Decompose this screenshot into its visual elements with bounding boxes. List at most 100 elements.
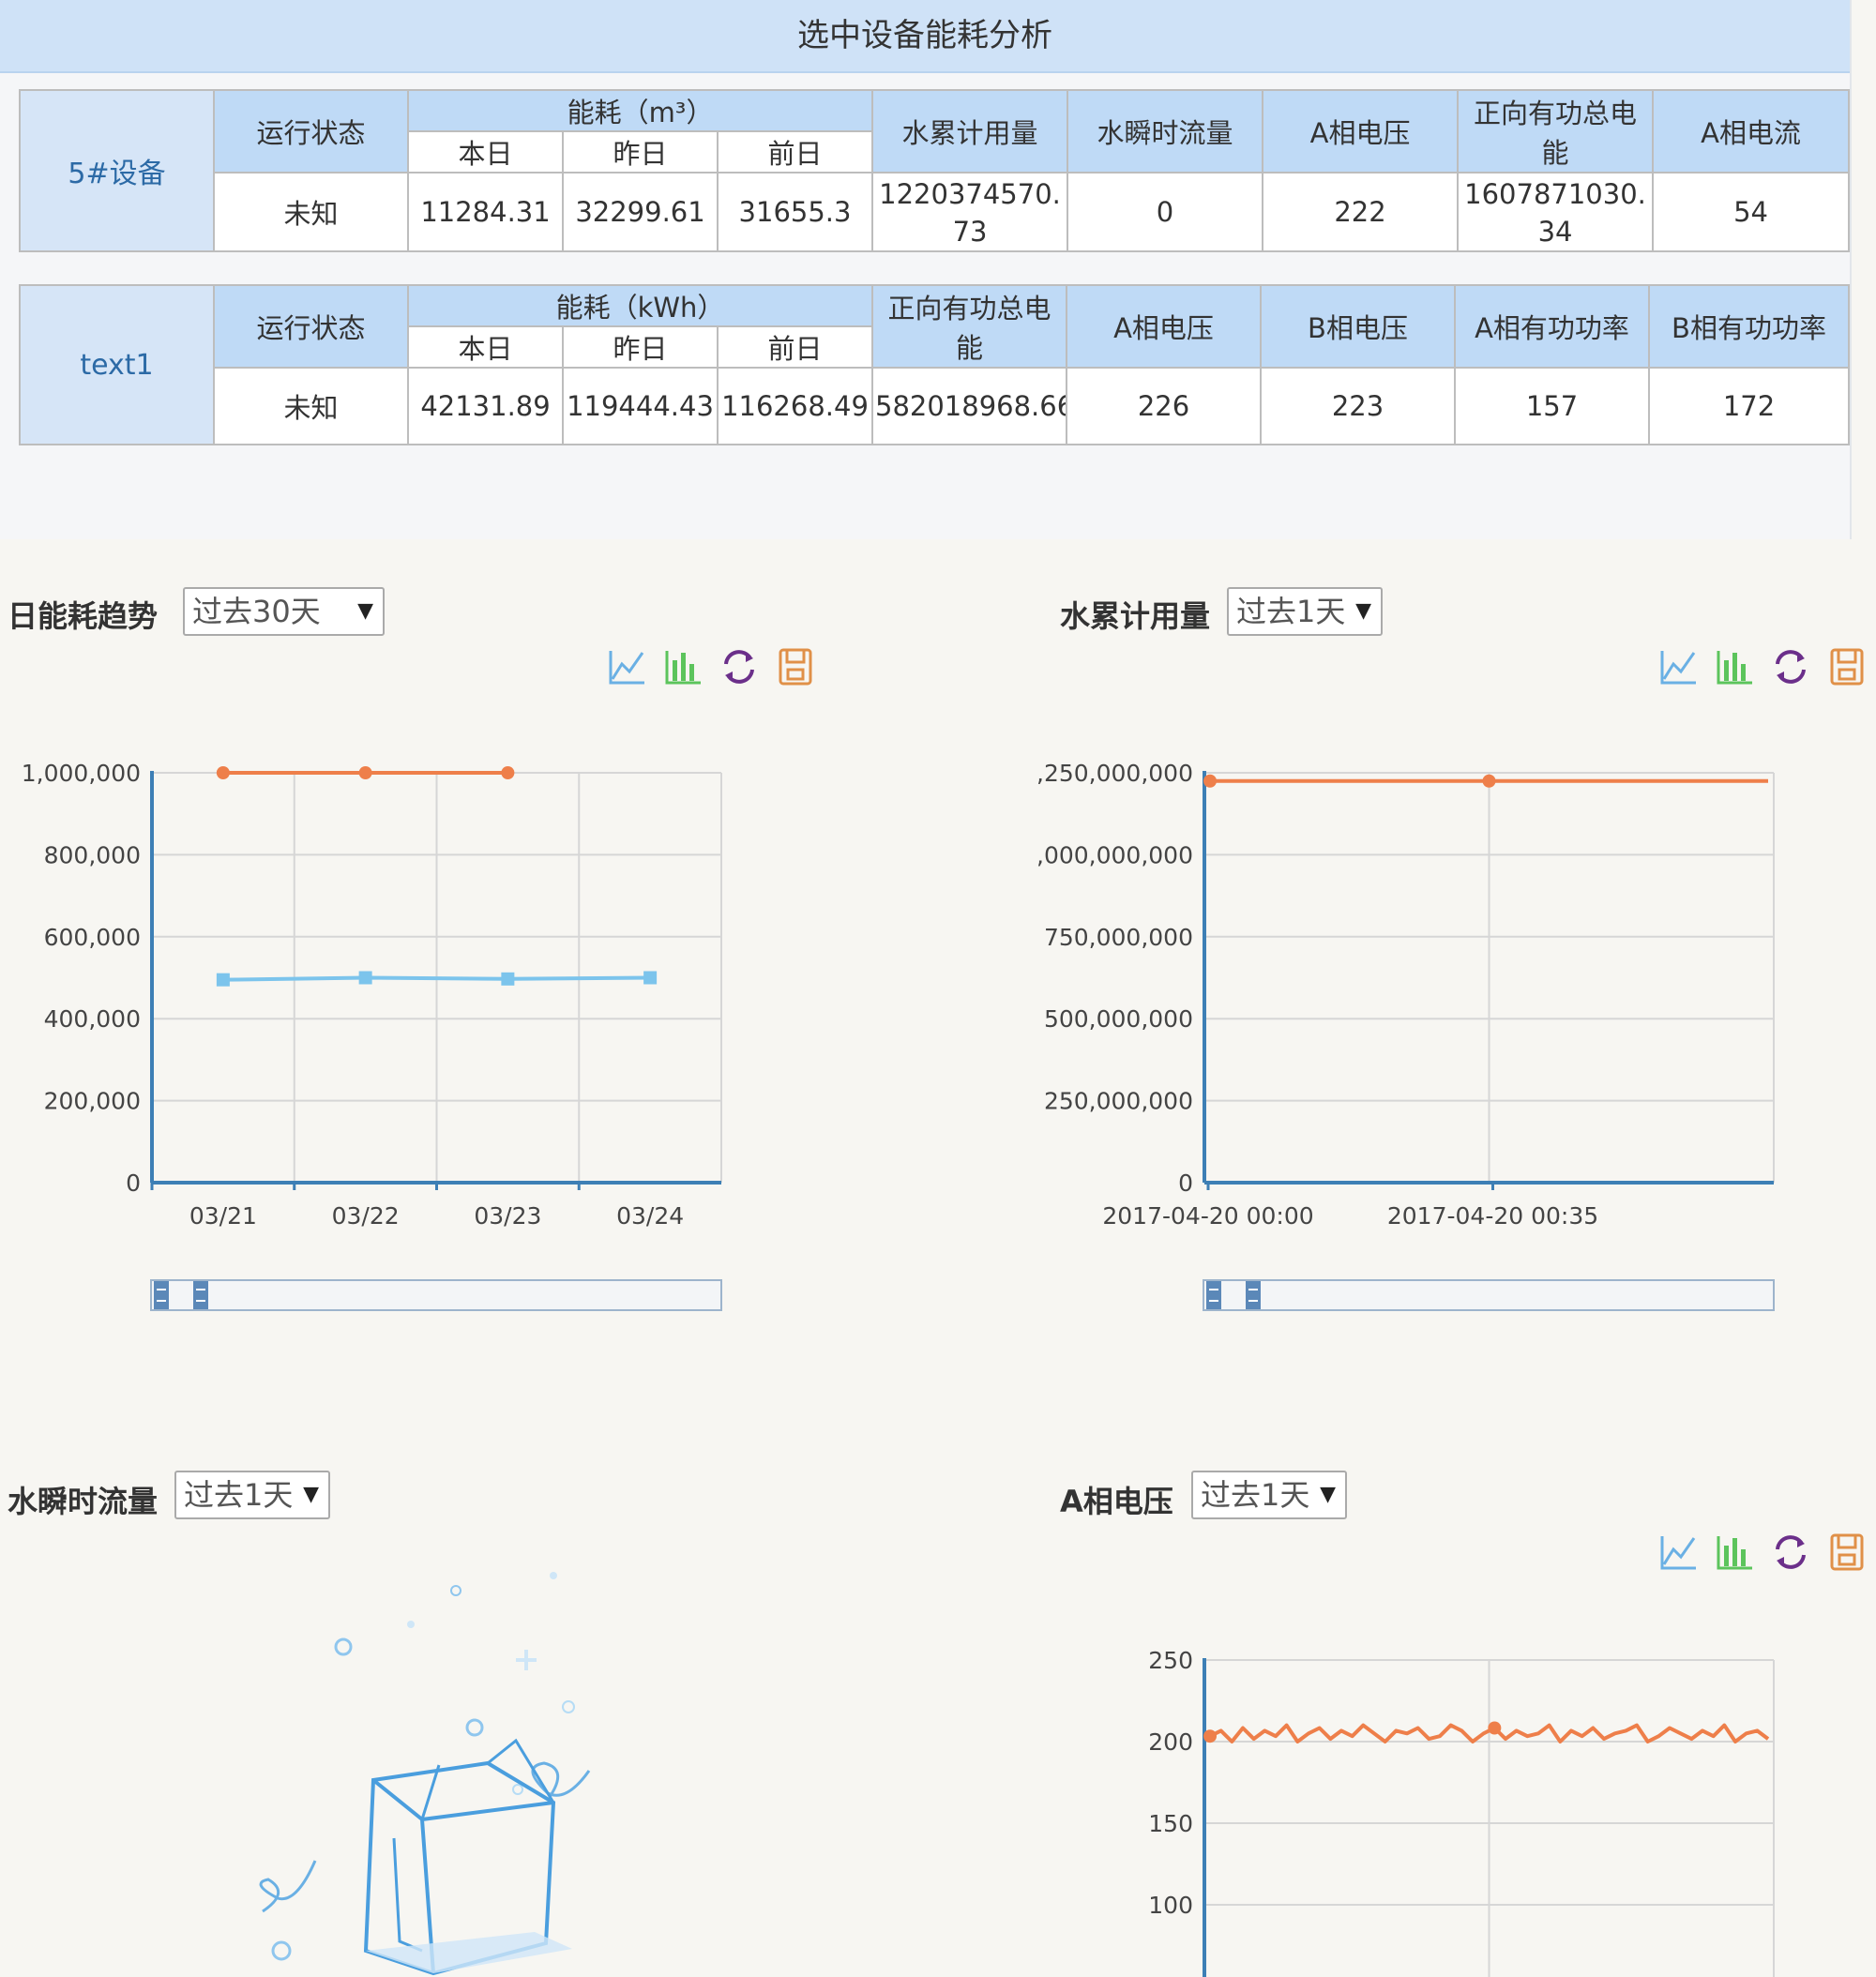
range-select-value: 过去1天 <box>184 1477 294 1513</box>
metric-header: A相电压 <box>1066 284 1262 369</box>
save-icon[interactable] <box>1825 1531 1868 1574</box>
metric-value: 172 <box>1648 367 1850 445</box>
section-title-water-flow: 水瞬时流量 <box>8 1484 159 1519</box>
metric-header: A相电流 <box>1652 89 1851 174</box>
today-value: 42131.89 <box>407 367 564 445</box>
device-table-2: text1 运行状态 能耗（kWh） 正向有功总电能 A相电压 B相电压 A相有… <box>19 284 1850 445</box>
metric-value: 222 <box>1262 172 1460 252</box>
save-icon[interactable] <box>1825 645 1868 688</box>
yesterday-value: 119444.43 <box>562 367 719 445</box>
x-tick-label: 03/23 <box>474 1202 541 1230</box>
yesterday-header: 昨日 <box>562 325 719 369</box>
y-tick-label: 400,000 <box>44 1005 141 1033</box>
device-name: text1 <box>19 284 215 445</box>
status-value: 未知 <box>213 367 409 445</box>
metric-value: 1607871030.34 <box>1457 172 1655 252</box>
metric-header: B相电压 <box>1260 284 1456 369</box>
bar-chart-icon[interactable] <box>1713 1531 1756 1574</box>
data-point <box>1203 774 1217 788</box>
energy-header: 能耗（m³） <box>406 89 874 132</box>
data-point <box>643 971 658 985</box>
data-point <box>216 766 230 779</box>
range-select-value: 过去30天 <box>192 594 321 629</box>
dropdown-arrow-icon: ▼ <box>1320 1483 1336 1506</box>
metric-value: 157 <box>1454 367 1650 445</box>
range-select-daily[interactable]: 过去30天 ▼ <box>183 587 385 636</box>
y-tick-label: 0 <box>1178 1170 1193 1197</box>
today-header: 本日 <box>407 325 564 369</box>
device-table-1: 5#设备 运行状态 能耗（m³） 水累计用量 水瞬时流量 A相电压 正向有功总电… <box>19 89 1851 252</box>
energy-header: 能耗（kWh） <box>407 284 873 327</box>
daybefore-header: 前日 <box>716 130 874 174</box>
device-name: 5#设备 <box>19 89 215 252</box>
refresh-icon[interactable] <box>1769 1531 1812 1574</box>
x-tick-label: 2017-04-20 00:35 <box>1387 1202 1598 1230</box>
y-tick-label: 200 <box>1148 1728 1193 1756</box>
status-header: 运行状态 <box>213 284 409 369</box>
today-value: 11284.31 <box>407 172 564 252</box>
metric-header: 水累计用量 <box>871 89 1069 174</box>
y-tick-label: 200,000 <box>44 1088 141 1115</box>
yesterday-header: 昨日 <box>562 130 719 174</box>
refresh-icon[interactable] <box>1769 645 1812 688</box>
section-title-voltage-a: A相电压 <box>1060 1484 1173 1519</box>
data-point <box>501 972 515 986</box>
metric-header: A相有功功率 <box>1454 284 1650 369</box>
chart-toolbar-voltage-a <box>1657 1531 1868 1574</box>
zoom-slider-daily[interactable] <box>150 1279 722 1311</box>
daybefore-value: 116268.49 <box>717 367 873 445</box>
save-icon[interactable] <box>774 645 817 688</box>
data-point <box>216 973 230 987</box>
metric-header: A相电压 <box>1262 89 1460 174</box>
bar-chart-icon[interactable] <box>1713 645 1756 688</box>
today-header: 本日 <box>407 130 564 174</box>
series-line <box>222 975 651 982</box>
metric-header: 水瞬时流量 <box>1067 89 1264 174</box>
section-title-daily: 日能耗趋势 <box>8 598 159 634</box>
range-select-voltage-a[interactable]: 过去1天 ▼ <box>1191 1471 1347 1519</box>
metric-value: 582018968.66 <box>871 367 1067 445</box>
range-select-value: 过去1天 <box>1236 594 1346 629</box>
yesterday-value: 32299.61 <box>562 172 719 252</box>
line-chart-icon[interactable] <box>605 645 648 688</box>
y-tick-label: 750,000,000 <box>1044 924 1193 951</box>
zoom-slider-water-total[interactable] <box>1203 1279 1775 1311</box>
zoom-handle-right[interactable] <box>193 1281 208 1309</box>
metric-header: 正向有功总电能 <box>871 284 1067 369</box>
line-chart-icon[interactable] <box>1657 645 1700 688</box>
range-select-water-flow[interactable]: 过去1天 ▼ <box>174 1471 330 1519</box>
y-tick-label: 100 <box>1148 1892 1193 1919</box>
zoom-handle-left[interactable] <box>1206 1281 1221 1309</box>
y-tick-label: 500,000,000 <box>1044 1005 1193 1033</box>
range-select-value: 过去1天 <box>1201 1477 1310 1513</box>
range-select-water-total[interactable]: 过去1天 ▼ <box>1227 587 1383 636</box>
y-tick-label: 250,000,000 <box>1044 1088 1193 1115</box>
y-tick-label: ,250,000,000 <box>1036 760 1193 787</box>
x-tick-label: 03/24 <box>616 1202 684 1230</box>
chart-toolbar-daily <box>605 645 817 688</box>
data-point <box>358 766 372 779</box>
dropdown-arrow-icon: ▼ <box>357 599 373 623</box>
zoom-handle-right[interactable] <box>1246 1281 1261 1309</box>
x-tick-label: 03/22 <box>332 1202 400 1230</box>
dropdown-arrow-icon: ▼ <box>303 1483 319 1506</box>
data-point <box>1203 1729 1217 1743</box>
dropdown-arrow-icon: ▼ <box>1355 599 1371 623</box>
metric-value: 54 <box>1652 172 1851 252</box>
refresh-icon[interactable] <box>718 645 761 688</box>
line-chart-icon[interactable] <box>1657 1531 1700 1574</box>
status-value: 未知 <box>213 172 409 252</box>
data-point <box>1488 1721 1502 1735</box>
metric-value: 1220374570.73 <box>871 172 1069 252</box>
data-point <box>501 766 515 779</box>
section-title-water-total: 水累计用量 <box>1060 598 1211 634</box>
zoom-handle-left[interactable] <box>154 1281 169 1309</box>
water-total-chart: ,250,000,000 ,000,000,000 750,000,000 500,0… <box>1036 760 1775 1230</box>
y-tick-label: 800,000 <box>44 841 141 868</box>
daily-energy-chart: 1,000,000 800,000 600,000 400,000 200,000 0 03… <box>22 760 722 1230</box>
bar-chart-icon[interactable] <box>661 645 704 688</box>
y-tick-label: ,000,000,000 <box>1036 841 1193 868</box>
y-tick-label: 150 <box>1148 1810 1193 1837</box>
daybefore-value: 31655.3 <box>716 172 874 252</box>
y-tick-label: 600,000 <box>44 924 141 951</box>
